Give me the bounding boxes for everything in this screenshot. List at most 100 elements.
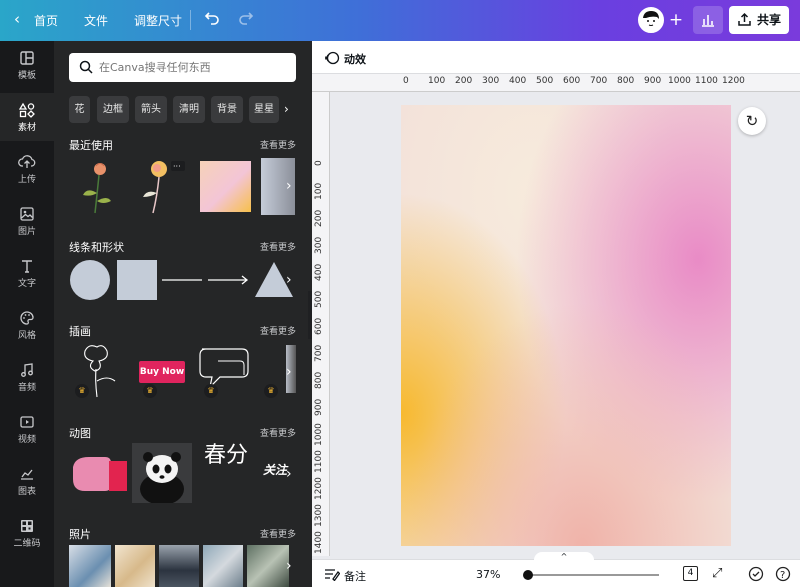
follow-text: 关注 xyxy=(263,463,288,477)
panda-gif-thumb[interactable] xyxy=(132,443,192,503)
home-button[interactable]: 首页 xyxy=(34,12,58,29)
zoom-slider-handle[interactable] xyxy=(523,570,533,580)
ruler-tick: 1100 xyxy=(695,76,718,86)
animate-icon[interactable] xyxy=(324,50,340,66)
see-more-photos[interactable]: 查看更多 xyxy=(260,527,296,540)
share-button[interactable]: 共享 xyxy=(729,6,789,34)
help-icon[interactable]: ? xyxy=(775,566,791,586)
ruler-tick: 200 xyxy=(314,209,324,227)
rail-label: 模板 xyxy=(17,71,36,81)
chevron-right-icon[interactable]: › xyxy=(286,459,300,489)
photo-thumb[interactable] xyxy=(69,545,111,587)
chevron-right-icon[interactable]: › xyxy=(286,551,300,581)
rail-label: 图片 xyxy=(17,227,36,237)
rail-item-photos[interactable]: 图片 xyxy=(0,197,54,245)
page-count-button[interactable]: 4 xyxy=(683,566,698,581)
share-icon xyxy=(738,12,751,26)
ruler-tick: 800 xyxy=(314,371,324,389)
search-icon xyxy=(79,60,93,74)
see-more-gifs[interactable]: 查看更多 xyxy=(260,426,296,439)
ruler-horizontal: 0 100 200 300 400 500 600 700 800 900 10… xyxy=(312,74,800,92)
ruler-tick: 800 xyxy=(617,76,635,86)
file-menu[interactable]: 文件 xyxy=(84,12,108,29)
photo-thumb[interactable] xyxy=(247,545,289,587)
rose-color-thumb[interactable]: ··· xyxy=(131,155,191,215)
rose-sketch-thumb[interactable] xyxy=(69,155,129,215)
insights-button[interactable] xyxy=(693,6,723,34)
ruler-tick: 300 xyxy=(314,236,324,254)
rail-item-videos[interactable]: 视频 xyxy=(0,405,54,453)
add-collaborator-icon[interactable]: + xyxy=(666,10,686,30)
rail-item-elements[interactable]: 素材 xyxy=(0,93,54,141)
ruler-tick: 700 xyxy=(314,344,324,362)
circle-shape[interactable] xyxy=(69,259,111,301)
chip-flower[interactable]: 花 xyxy=(69,96,90,123)
workspace: 动效 0 100 200 300 400 500 600 700 800 900… xyxy=(312,41,800,587)
zoom-slider[interactable] xyxy=(524,574,659,576)
gradient-canvas xyxy=(401,105,731,546)
gradient-thumb[interactable] xyxy=(200,161,251,212)
redo-icon[interactable] xyxy=(238,9,254,29)
elements-icon xyxy=(19,102,35,118)
chevron-left-icon[interactable]: ‹ xyxy=(14,10,20,28)
chip-arrow[interactable]: 箭头 xyxy=(135,96,167,123)
rail-item-templates[interactable]: 模板 xyxy=(0,41,54,89)
rail-item-qrcode[interactable]: 二维码 xyxy=(0,509,54,557)
design-page[interactable] xyxy=(401,105,731,546)
music-icon xyxy=(21,363,33,377)
buy-now-label: Buy Now xyxy=(139,367,185,377)
chip-background[interactable]: 背景 xyxy=(211,96,243,123)
search-box[interactable] xyxy=(69,53,296,82)
chevron-right-icon[interactable]: › xyxy=(284,96,300,123)
line-shape[interactable] xyxy=(161,259,203,301)
chevron-right-icon[interactable]: › xyxy=(286,357,300,387)
see-more-recent[interactable]: 查看更多 xyxy=(260,138,296,151)
ruler-tick: 0 xyxy=(314,160,324,166)
chip-qingming[interactable]: 清明 xyxy=(173,96,205,123)
fullscreen-icon[interactable]: ⤢ xyxy=(712,566,722,581)
check-circle-icon[interactable] xyxy=(748,566,764,586)
photo-thumb[interactable] xyxy=(115,545,155,587)
chart-icon xyxy=(21,469,33,480)
undo-icon[interactable] xyxy=(204,9,220,29)
chip-star[interactable]: 星星 xyxy=(249,96,279,123)
zoom-level[interactable]: 37% xyxy=(476,568,500,581)
rail-label: 视频 xyxy=(17,435,36,445)
layout-icon xyxy=(20,51,34,65)
rail-item-styles[interactable]: 风格 xyxy=(0,301,54,349)
square-shape[interactable] xyxy=(116,259,158,301)
section-title-gifs: 动图 xyxy=(69,427,91,440)
notes-icon[interactable] xyxy=(324,568,340,581)
see-more-lines[interactable]: 查看更多 xyxy=(260,240,296,253)
photo-thumb[interactable] xyxy=(159,545,199,587)
animate-button[interactable]: 动效 xyxy=(344,51,366,67)
photo-thumb[interactable] xyxy=(203,545,243,587)
chip-border[interactable]: 边框 xyxy=(97,96,129,123)
see-more-illus[interactable]: 查看更多 xyxy=(260,324,296,337)
ruler-tick: 900 xyxy=(314,398,324,416)
resize-menu[interactable]: 调整尺寸 xyxy=(134,12,182,29)
fist-gif-thumb[interactable] xyxy=(69,445,129,503)
refresh-icon[interactable]: ↻ xyxy=(738,107,766,135)
chevron-right-icon[interactable]: › xyxy=(286,265,300,295)
rail-item-text[interactable]: 文字 xyxy=(0,249,54,297)
ruler-tick: 1200 xyxy=(314,477,324,500)
ruler-tick: 400 xyxy=(314,263,324,281)
rail-item-audio[interactable]: 音频 xyxy=(0,353,54,401)
avatar[interactable] xyxy=(638,7,664,33)
ruler-tick: 600 xyxy=(563,76,581,86)
spring-equinox-gif[interactable]: 春分 xyxy=(196,443,256,503)
search-input[interactable] xyxy=(99,53,289,82)
rail-item-uploads[interactable]: 上传 xyxy=(0,145,54,193)
arrow-line-shape[interactable] xyxy=(207,259,249,301)
buy-now-sticker[interactable]: Buy Now xyxy=(139,361,185,383)
rail-item-charts[interactable]: 图表 xyxy=(0,457,54,505)
ruler-tick: 500 xyxy=(314,290,324,308)
top-bar: ‹ 首页 文件 调整尺寸 + 共享 xyxy=(0,0,800,41)
chevron-up-icon[interactable]: ^ xyxy=(534,552,594,562)
spring-text: 春分 xyxy=(203,443,248,468)
notes-button[interactable]: 备注 xyxy=(344,568,366,584)
ruler-tick: 300 xyxy=(482,76,500,86)
divider xyxy=(190,10,191,30)
chevron-right-icon[interactable]: › xyxy=(286,171,300,201)
